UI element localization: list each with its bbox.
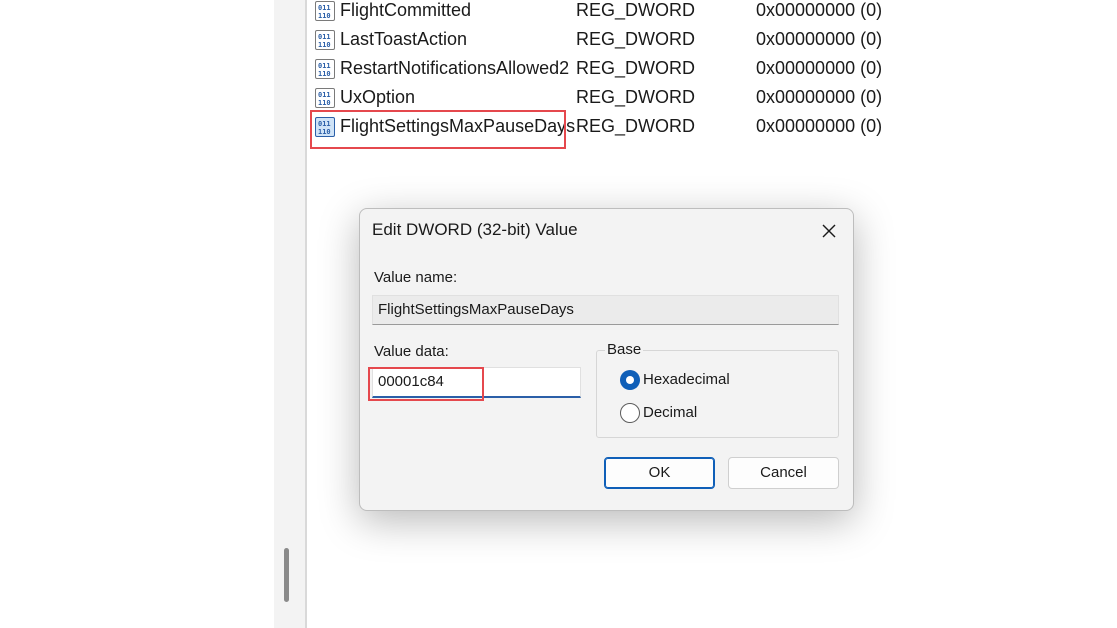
base-group [596, 350, 839, 438]
hexadecimal-radio[interactable] [620, 370, 640, 390]
registry-value-row[interactable]: 011 110 RestartNotificationsAllowed2 REG… [307, 54, 1007, 83]
reg-dword-icon: 011 110 [315, 30, 335, 50]
reg-dword-icon: 011 110 [315, 88, 335, 108]
hexadecimal-label[interactable]: Hexadecimal [643, 371, 730, 388]
value-data-input[interactable]: 00001c84 [372, 367, 581, 398]
base-label: Base [605, 341, 644, 358]
vertical-scrollbar[interactable] [274, 0, 306, 628]
registry-tree-pane [0, 0, 274, 628]
registry-value-row[interactable]: 011 110 LastToastAction REG_DWORD 0x0000… [307, 25, 1007, 54]
registry-value-row[interactable]: 011 110 FlightCommitted REG_DWORD 0x0000… [307, 0, 1007, 25]
svg-text:011: 011 [318, 91, 331, 99]
svg-text:110: 110 [318, 99, 331, 107]
value-type: REG_DWORD [576, 116, 696, 136]
svg-text:110: 110 [318, 12, 331, 20]
svg-text:011: 011 [318, 4, 331, 12]
value-data: 0x00000000 (0) [756, 0, 883, 20]
reg-dword-icon: 011 110 [315, 59, 335, 79]
value-name-label: Value name: [374, 269, 458, 286]
svg-text:110: 110 [318, 41, 331, 49]
value-name: RestartNotificationsAllowed2 [340, 58, 570, 78]
svg-text:110: 110 [318, 70, 331, 78]
svg-text:011: 011 [318, 62, 331, 70]
decimal-radio[interactable] [620, 403, 640, 423]
value-name: FlightCommitted [340, 0, 472, 20]
scrollbar-thumb[interactable] [284, 548, 289, 602]
value-data-label: Value data: [374, 343, 449, 360]
value-name: LastToastAction [340, 29, 468, 49]
value-name: UxOption [340, 87, 416, 107]
decimal-label[interactable]: Decimal [643, 404, 697, 421]
close-icon [822, 224, 836, 238]
cancel-button[interactable]: Cancel [728, 457, 839, 489]
dialog-title: Edit DWORD (32-bit) Value [372, 220, 578, 239]
svg-text:011: 011 [318, 33, 331, 41]
value-data: 0x00000000 (0) [756, 116, 883, 136]
value-data: 0x00000000 (0) [756, 29, 883, 49]
close-button[interactable] [815, 217, 843, 245]
reg-dword-icon: 011 110 [315, 1, 335, 21]
ok-button[interactable]: OK [604, 457, 715, 489]
value-type: REG_DWORD [576, 87, 696, 107]
highlight-box [310, 110, 566, 149]
edit-dword-dialog: Edit DWORD (32-bit) Value Value name: Fl… [359, 208, 854, 511]
value-name-field: FlightSettingsMaxPauseDays [372, 295, 839, 325]
registry-value-row[interactable]: 011 110 UxOption REG_DWORD 0x00000000 (0… [307, 83, 1007, 112]
value-type: REG_DWORD [576, 58, 696, 78]
value-data: 0x00000000 (0) [756, 87, 883, 107]
value-data: 0x00000000 (0) [756, 58, 883, 78]
value-type: REG_DWORD [576, 29, 696, 49]
value-type: REG_DWORD [576, 0, 696, 20]
